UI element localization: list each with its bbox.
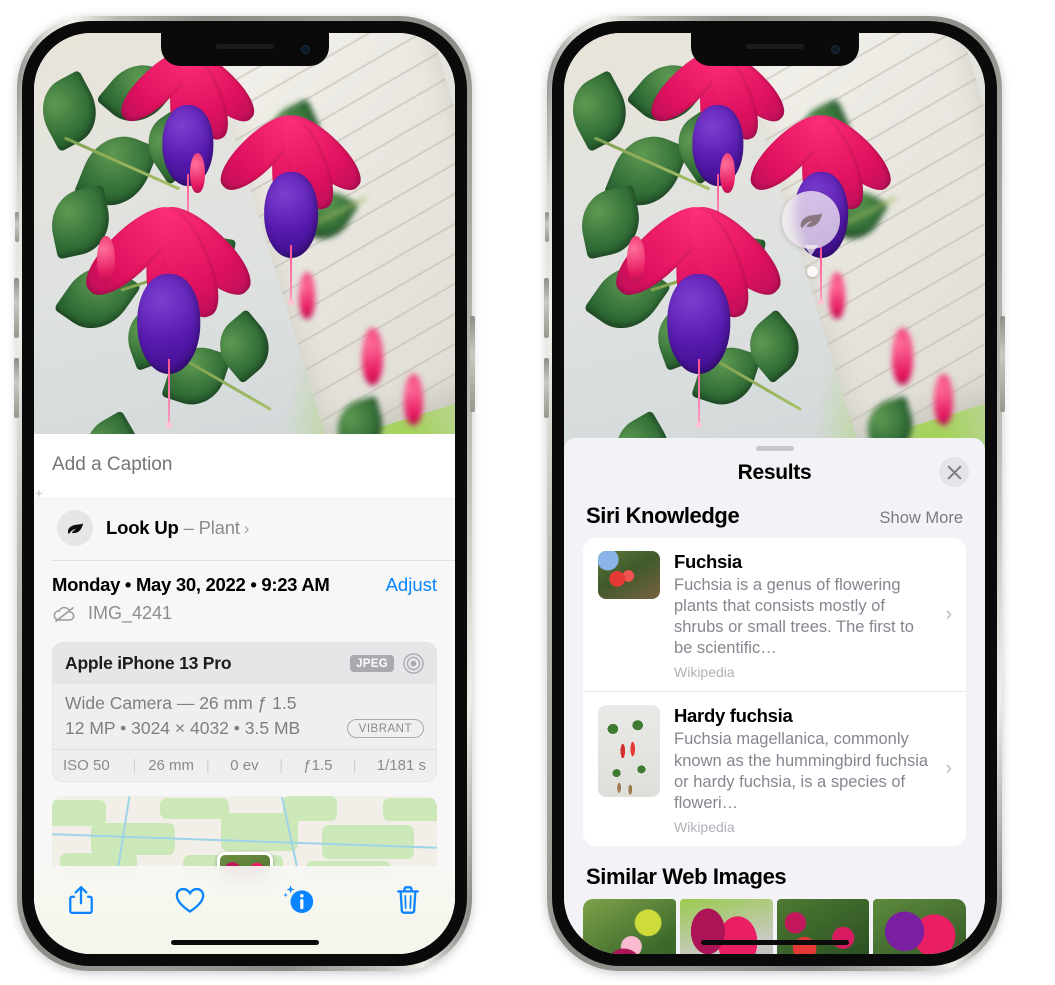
volume-down-button[interactable] bbox=[544, 358, 549, 418]
results-header: Results bbox=[564, 451, 985, 497]
device-bezel: Results Siri Knowledge Show More Fuchsia… bbox=[552, 21, 997, 966]
volume-up-button[interactable] bbox=[544, 278, 549, 338]
exif-card: Apple iPhone 13 Pro JPEG Wide Camera — 2… bbox=[52, 642, 437, 782]
stat-exposure: 0 ev bbox=[230, 757, 259, 774]
trash-icon bbox=[397, 886, 419, 914]
volume-up-button[interactable] bbox=[14, 278, 19, 338]
cloud-slash-icon bbox=[53, 606, 75, 622]
format-badge: JPEG bbox=[350, 655, 394, 672]
heart-icon bbox=[175, 887, 205, 913]
home-indicator[interactable] bbox=[170, 940, 319, 945]
leaf-icon bbox=[67, 522, 83, 534]
knowledge-source: Wikipedia bbox=[674, 818, 735, 835]
similar-web-images-strip bbox=[564, 898, 985, 954]
caption-input[interactable] bbox=[52, 454, 437, 476]
web-image-tile[interactable] bbox=[776, 898, 870, 954]
iphone-right: Results Siri Knowledge Show More Fuchsia… bbox=[544, 16, 1005, 971]
section-title: Siri Knowledge bbox=[586, 503, 740, 528]
leaf-icon bbox=[800, 212, 822, 228]
silent-switch[interactable] bbox=[15, 212, 19, 242]
power-button[interactable] bbox=[1000, 316, 1005, 412]
knowledge-body: Hardy fuchsia Fuchsia magellanica, commo… bbox=[674, 705, 954, 834]
notch bbox=[160, 33, 329, 66]
file-name: IMG_4241 bbox=[88, 603, 173, 623]
knowledge-source: Wikipedia bbox=[674, 664, 735, 681]
chevron-right-icon: › bbox=[945, 758, 952, 780]
earpiece-speaker bbox=[745, 44, 804, 49]
siri-knowledge-header: Siri Knowledge Show More bbox=[564, 497, 985, 538]
stat-iso: ISO 50 bbox=[63, 757, 110, 774]
front-camera bbox=[300, 45, 310, 54]
chevron-right-icon: › bbox=[243, 519, 250, 538]
exif-stats: ISO 50 | 26 mm | 0 ev | ƒ1.5 | 1/181 s bbox=[53, 749, 436, 781]
look-up-title: Look Up bbox=[106, 517, 179, 538]
screen-left: Look Up – Plant› Monday • May 30, 2022 •… bbox=[34, 33, 455, 954]
leaf-badge bbox=[57, 510, 93, 546]
knowledge-title: Hardy fuchsia bbox=[674, 705, 793, 727]
results-title: Results bbox=[737, 461, 812, 484]
info-sparkle-icon bbox=[283, 885, 314, 914]
knowledge-thumbnail bbox=[598, 705, 660, 798]
look-up-label: Look Up – Plant › bbox=[106, 517, 249, 539]
share-button[interactable] bbox=[60, 880, 102, 920]
knowledge-description: Fuchsia is a genus of flowering plants t… bbox=[674, 576, 914, 658]
look-up-subject: Plant bbox=[198, 517, 240, 538]
lens-info: Wide Camera — 26 mm ƒ 1.5 bbox=[65, 693, 297, 713]
share-icon bbox=[69, 886, 93, 914]
knowledge-title: Fuchsia bbox=[674, 551, 742, 572]
photographic-style-badge: VIBRANT bbox=[346, 719, 424, 738]
adjust-button[interactable]: Adjust bbox=[386, 574, 437, 596]
stat-shutter: 1/181 s bbox=[376, 757, 426, 774]
similar-web-images-header: Similar Web Images bbox=[564, 846, 985, 899]
section-title: Similar Web Images bbox=[586, 863, 787, 889]
knowledge-item[interactable]: Hardy fuchsia Fuchsia magellanica, commo… bbox=[583, 691, 966, 845]
knowledge-thumbnail bbox=[598, 551, 660, 599]
device-bezel: Look Up – Plant› Monday • May 30, 2022 •… bbox=[22, 21, 467, 966]
power-button[interactable] bbox=[470, 316, 475, 412]
delete-button[interactable] bbox=[387, 880, 429, 920]
siri-knowledge-card: Fuchsia Fuchsia is a genus of flowering … bbox=[583, 538, 966, 846]
iphone-left: Look Up – Plant› Monday • May 30, 2022 •… bbox=[14, 16, 475, 971]
chevron-right-icon: › bbox=[945, 603, 952, 625]
knowledge-item[interactable]: Fuchsia Fuchsia is a genus of flowering … bbox=[583, 538, 966, 691]
earpiece-speaker bbox=[215, 44, 274, 49]
camera-device: Apple iPhone 13 Pro bbox=[65, 653, 232, 673]
screenshot-stage: Look Up – Plant› Monday • May 30, 2022 •… bbox=[0, 0, 1055, 985]
look-up-dash: – bbox=[178, 517, 199, 538]
visual-look-up-dot bbox=[807, 266, 818, 277]
front-camera bbox=[830, 45, 840, 54]
date-block: Monday • May 30, 2022 • 9:23 AM Adjust I… bbox=[34, 561, 455, 636]
silent-switch[interactable] bbox=[545, 212, 549, 242]
web-image-tile[interactable] bbox=[583, 898, 676, 954]
badge-tail bbox=[804, 245, 818, 256]
web-image-tile[interactable] bbox=[873, 898, 966, 954]
aperture-icon bbox=[403, 653, 424, 674]
caption-row[interactable] bbox=[34, 434, 455, 497]
resolution-info: 12 MP • 3024 × 4032 • 3.5 MB bbox=[65, 718, 301, 738]
volume-down-button[interactable] bbox=[14, 358, 19, 418]
home-indicator[interactable] bbox=[700, 940, 849, 945]
favorite-button[interactable] bbox=[169, 880, 211, 920]
close-button[interactable] bbox=[939, 457, 969, 487]
knowledge-body: Fuchsia Fuchsia is a genus of flowering … bbox=[674, 551, 954, 680]
show-more-button[interactable]: Show More bbox=[880, 509, 963, 528]
photo-date: Monday • May 30, 2022 • 9:23 AM bbox=[52, 574, 330, 595]
close-icon bbox=[947, 465, 961, 479]
exif-header: Apple iPhone 13 Pro JPEG bbox=[53, 643, 436, 684]
knowledge-description: Fuchsia magellanica, commonly known as t… bbox=[674, 730, 929, 812]
look-up-row[interactable]: Look Up – Plant › bbox=[34, 489, 455, 560]
notch bbox=[690, 33, 859, 66]
exif-body: Wide Camera — 26 mm ƒ 1.5 12 MP • 3024 ×… bbox=[53, 684, 436, 749]
web-image-tile[interactable] bbox=[679, 898, 773, 954]
stat-aperture: ƒ1.5 bbox=[303, 757, 333, 774]
results-sheet: Results Siri Knowledge Show More Fuchsia… bbox=[564, 438, 985, 954]
info-button[interactable] bbox=[278, 880, 320, 920]
stat-focal: 26 mm bbox=[148, 757, 195, 774]
visual-look-up-badge[interactable] bbox=[782, 191, 840, 256]
screen-right: Results Siri Knowledge Show More Fuchsia… bbox=[564, 33, 985, 954]
